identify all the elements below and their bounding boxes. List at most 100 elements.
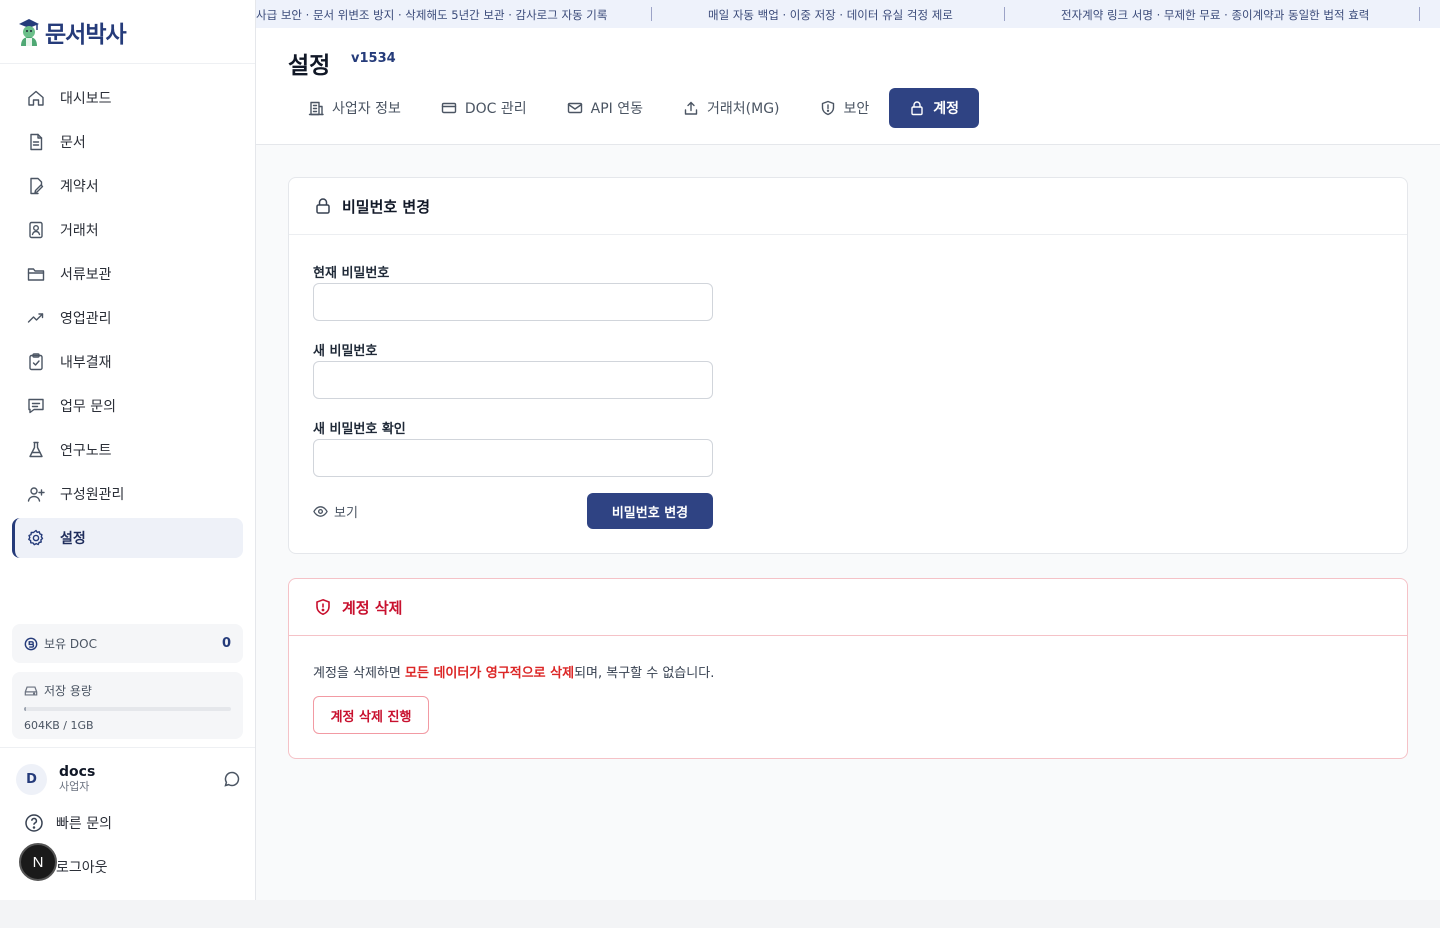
sidebar-item-4[interactable]: 서류보관: [12, 254, 243, 294]
sidebar-item-0[interactable]: 대시보드: [12, 78, 243, 118]
sidebar-item-8[interactable]: 연구노트: [12, 430, 243, 470]
sidebar-item-9[interactable]: 구성원관리: [12, 474, 243, 514]
ticker-item: 전자계약 링크 서명 · 무제한 무료 · 종이계약과 동일한 법적 효력: [1061, 8, 1370, 22]
doc-label: 보유 DOC: [44, 637, 97, 651]
sidebar-item-label: 내부결재: [60, 355, 112, 371]
brand-logo[interactable]: 문서박사: [16, 16, 127, 48]
app-window: 문서박사 대시보드문서계약서거래처서류보관영업관리내부결재업무 문의연구노트구성…: [0, 0, 1440, 900]
settings-tabs: 사업자 정보 DOC 관리 API 연동 거래처(MG) 보안 계정: [288, 88, 980, 128]
ticker-item: 사급 보안 · 문서 위변조 방지 · 삭제해도 5년간 보관 · 감사로그 자…: [256, 8, 608, 22]
settings-header: 설정 v1534 사업자 정보 DOC 관리 API 연동 거래처(MG) 보안 계정: [256, 28, 1440, 145]
home-icon: [28, 90, 44, 106]
quick-inquiry-label: 빠른 문의: [56, 816, 112, 832]
message-icon: [28, 398, 44, 414]
sidebar-item-label: 연구노트: [60, 443, 112, 459]
sidebar-nav: 대시보드문서계약서거래처서류보관영업관리내부결재업무 문의연구노트구성원관리설정: [12, 78, 243, 562]
contact-icon: [29, 221, 43, 239]
contract-icon: [30, 177, 44, 195]
user-name: docs: [59, 764, 96, 780]
chat-bubble-icon[interactable]: [222, 769, 242, 789]
divider: [0, 747, 255, 748]
building-icon: [308, 101, 324, 116]
new-password-label: 새 비밀번호: [313, 344, 378, 359]
change-password-button[interactable]: 비밀번호 변경: [587, 493, 713, 529]
doctor-mascot-icon: [19, 19, 39, 46]
tab-1[interactable]: DOC 관리: [421, 88, 547, 128]
sidebar-item-5[interactable]: 영업관리: [12, 298, 243, 338]
announcement-ticker: 사급 보안 · 문서 위변조 방지 · 삭제해도 5년간 보관 · 감사로그 자…: [256, 0, 1440, 28]
confirm-password-input[interactable]: [313, 439, 713, 477]
delete-warning: 계정을 삭제하면 모든 데이터가 영구적으로 삭제되며, 복구할 수 없습니다.: [313, 662, 714, 681]
dev-badge[interactable]: N: [19, 843, 57, 881]
folder-icon: [27, 268, 45, 281]
current-password-input[interactable]: [313, 283, 713, 321]
storage-bar: [24, 707, 231, 711]
tab-2[interactable]: API 연동: [547, 88, 663, 128]
ticker-separator: [1004, 7, 1005, 21]
sidebar-item-label: 서류보관: [60, 267, 112, 283]
tab-label: 사업자 정보: [332, 101, 401, 117]
tab-label: 거래처(MG): [707, 101, 780, 117]
coin-icon: [24, 637, 38, 650]
sidebar-item-label: 구성원관리: [60, 487, 125, 503]
sidebar-item-6[interactable]: 내부결재: [12, 342, 243, 382]
tab-4[interactable]: 보안: [800, 88, 890, 128]
show-password-label: 보기: [334, 506, 358, 521]
doc-count: 0: [221, 636, 231, 651]
sidebar-item-10[interactable]: 설정: [12, 518, 243, 558]
warning-emphasis: 모든 데이터가 영구적으로 삭제: [405, 666, 575, 681]
card-icon: [441, 102, 457, 114]
sidebar-item-2[interactable]: 계약서: [12, 166, 243, 206]
user-role: 사업자: [59, 780, 90, 793]
sidebar-item-3[interactable]: 거래처: [12, 210, 243, 250]
gear-icon: [28, 529, 44, 546]
card-header: 비밀번호 변경: [289, 178, 1407, 235]
document-icon: [30, 133, 43, 151]
trend-icon: [27, 313, 44, 323]
shield-alert-icon: [316, 598, 330, 616]
password-change-card: 비밀번호 변경 현재 비밀번호 새 비밀번호 새 비밀번호 확인 보기 비밀번호…: [288, 177, 1408, 554]
avatar: D: [16, 763, 47, 795]
sidebar-item-label: 문서: [60, 135, 86, 151]
storage-label: 저장 용량: [44, 684, 92, 698]
storage-usage: 저장 용량 604KB / 1GB: [12, 672, 243, 739]
sidebar: 문서박사 대시보드문서계약서거래처서류보관영업관리내부결재업무 문의연구노트구성…: [0, 0, 256, 900]
lock-icon: [911, 101, 923, 116]
new-password-input[interactable]: [313, 361, 713, 399]
upload-icon: [684, 101, 698, 115]
ticker-item: 매일 자동 백업 · 이중 저장 · 데이터 유실 걱정 제로: [708, 8, 953, 22]
clipboard-check-icon: [29, 353, 43, 371]
sidebar-item-7[interactable]: 업무 문의: [12, 386, 243, 426]
quick-inquiry-link[interactable]: 빠른 문의: [24, 813, 112, 833]
warning-text: 되며, 복구할 수 없습니다.: [574, 666, 715, 681]
doc-balance[interactable]: 보유 DOC 0: [12, 624, 243, 663]
divider: [0, 63, 255, 64]
tab-0[interactable]: 사업자 정보: [288, 88, 421, 128]
confirm-password-label: 새 비밀번호 확인: [313, 422, 406, 437]
shield-icon: [821, 100, 834, 116]
account-delete-card: 계정 삭제 계정을 삭제하면 모든 데이터가 영구적으로 삭제되며, 복구할 수…: [288, 578, 1408, 759]
page-title: 설정: [288, 53, 331, 79]
hard-drive-icon: [24, 685, 38, 696]
sidebar-item-label: 계약서: [60, 179, 99, 195]
sidebar-item-1[interactable]: 문서: [12, 122, 243, 162]
storage-value: 604KB / 1GB: [24, 719, 94, 732]
show-password-toggle[interactable]: 보기: [313, 502, 358, 521]
sidebar-item-label: 대시보드: [60, 91, 112, 107]
tab-5[interactable]: 계정: [889, 88, 980, 128]
card-title: 비밀번호 변경: [342, 197, 431, 216]
sidebar-item-label: 영업관리: [60, 311, 112, 327]
sidebar-item-label: 설정: [60, 531, 86, 547]
sidebar-item-label: 업무 문의: [60, 399, 116, 415]
ticker-separator: [651, 7, 652, 21]
warning-text: 계정을 삭제하면: [313, 666, 405, 681]
tab-label: API 연동: [590, 101, 644, 117]
card-title: 계정 삭제: [342, 598, 403, 617]
version-label: v1534: [351, 51, 396, 66]
lock-icon: [316, 198, 330, 214]
delete-account-button[interactable]: 계정 삭제 진행: [313, 696, 429, 734]
tab-3[interactable]: 거래처(MG): [663, 88, 800, 128]
card-header: 계정 삭제: [289, 579, 1407, 636]
mail-icon: [567, 102, 582, 114]
user-profile[interactable]: D docs 사업자: [16, 762, 242, 796]
